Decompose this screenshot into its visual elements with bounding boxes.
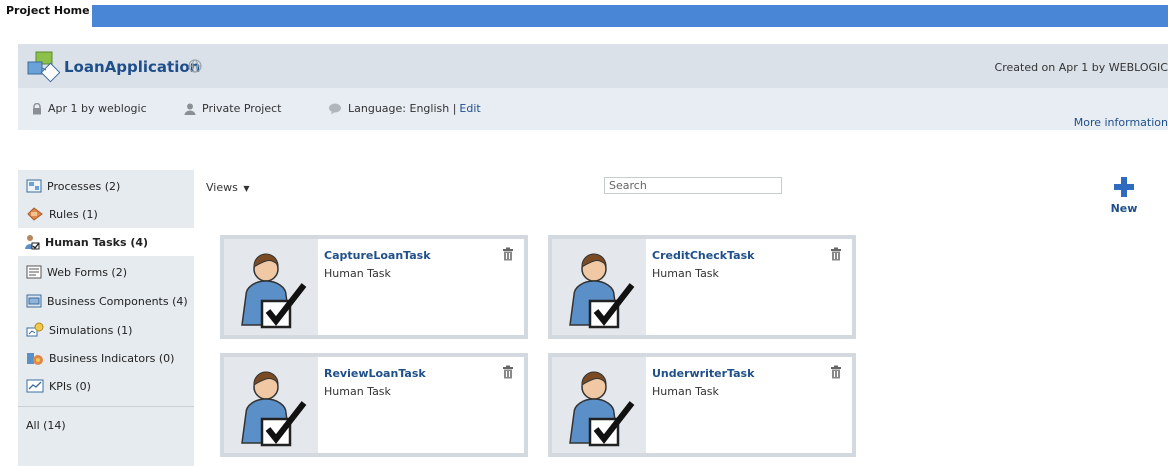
human-task-thumbnail: [552, 357, 646, 453]
task-title[interactable]: UnderwriterTask: [652, 367, 754, 380]
language-text: Language: English |: [348, 102, 457, 115]
human-task-thumbnail: [552, 239, 646, 335]
created-info: Created on Apr 1 by WEBLOGIC: [994, 61, 1168, 74]
processes-icon: [26, 179, 42, 193]
rules-icon: [27, 207, 43, 221]
sidebar-divider: [18, 406, 194, 407]
sidebar-item-rules[interactable]: Rules (1): [18, 200, 194, 228]
sidebar-item-label: Business Indicators (0): [49, 351, 175, 365]
top-bar: Project Home: [0, 0, 1168, 27]
task-title[interactable]: ReviewLoanTask: [324, 367, 426, 380]
sidebar: Processes (2) Rules (1) Human Tasks (4) …: [16, 170, 194, 466]
sidebar-item-processes[interactable]: Processes (2): [18, 172, 194, 200]
visibility-text: Private Project: [202, 102, 282, 115]
human-task-icon: [241, 371, 307, 447]
globe-icon[interactable]: [188, 59, 202, 73]
kpis-icon: [26, 379, 44, 393]
sidebar-item-label: Web Forms (2): [47, 265, 127, 279]
search-input[interactable]: Search: [604, 177, 782, 194]
simulations-icon: [26, 322, 44, 337]
sidebar-item-label: All (14): [26, 418, 66, 432]
task-type: Human Task: [652, 385, 719, 398]
project-header: LoanApplication Created on Apr 1 by WEBL…: [18, 44, 1168, 88]
trash-icon[interactable]: [502, 365, 514, 379]
business-indicators-icon: [27, 353, 43, 365]
sidebar-item-business-indicators[interactable]: Business Indicators (0): [18, 344, 194, 372]
sidebar-item-web-forms[interactable]: Web Forms (2): [18, 258, 194, 286]
task-title[interactable]: CreditCheckTask: [652, 249, 754, 262]
sidebar-item-label: Human Tasks (4): [45, 235, 149, 249]
task-type: Human Task: [652, 267, 719, 280]
edit-link[interactable]: Edit: [459, 102, 480, 115]
sidebar-item-label: Business Components (4): [47, 294, 188, 308]
views-menu[interactable]: Views ▼: [206, 181, 250, 194]
project-info-bar: Apr 1 by weblogic Private Project Langua…: [18, 88, 1168, 130]
modified-text: Apr 1 by weblogic: [48, 102, 147, 115]
trash-icon[interactable]: [502, 247, 514, 261]
project-name[interactable]: LoanApplication: [64, 58, 200, 76]
new-button[interactable]: New: [1104, 176, 1144, 215]
sidebar-item-human-tasks[interactable]: Human Tasks (4): [16, 228, 194, 256]
main-content: Views ▼ Search New CaptureLoanTask Human…: [194, 160, 1168, 466]
task-type: Human Task: [324, 385, 391, 398]
task-card[interactable]: UnderwriterTask Human Task: [548, 353, 856, 457]
tab-project-home[interactable]: Project Home: [0, 0, 96, 22]
task-card[interactable]: CreditCheckTask Human Task: [548, 235, 856, 339]
task-card[interactable]: ReviewLoanTask Human Task: [220, 353, 528, 457]
human-task-icon: [569, 371, 635, 447]
plus-icon: [1114, 177, 1134, 197]
human-task-icon: [241, 253, 307, 329]
human-task-thumbnail: [224, 357, 318, 453]
task-type: Human Task: [324, 267, 391, 280]
task-title[interactable]: CaptureLoanTask: [324, 249, 431, 262]
lock-icon: [33, 102, 41, 114]
modified-info: Apr 1 by weblogic: [32, 102, 147, 115]
sidebar-item-label: Simulations (1): [49, 323, 133, 337]
visibility-info: Private Project: [184, 102, 281, 115]
user-icon: [184, 103, 196, 115]
human-task-thumbnail: [224, 239, 318, 335]
human-tasks-icon: [25, 235, 40, 250]
task-card[interactable]: CaptureLoanTask Human Task: [220, 235, 528, 339]
sidebar-item-label: Rules (1): [49, 207, 98, 221]
trash-icon[interactable]: [830, 365, 842, 379]
chevron-down-icon: ▼: [243, 184, 250, 193]
project-icon: [27, 51, 60, 83]
sidebar-item-business-components[interactable]: Business Components (4): [18, 287, 194, 315]
speech-bubble-icon: [329, 103, 341, 114]
human-task-icon: [569, 253, 635, 329]
sidebar-item-kpis[interactable]: KPIs (0): [18, 372, 194, 400]
new-label: New: [1110, 202, 1138, 215]
more-information-link[interactable]: More information: [1074, 116, 1168, 129]
views-label: Views: [206, 181, 238, 194]
sidebar-item-label: Processes (2): [47, 179, 121, 193]
web-forms-icon: [26, 265, 42, 279]
sidebar-item-all[interactable]: All (14): [18, 411, 194, 439]
sidebar-item-simulations[interactable]: Simulations (1): [18, 316, 194, 344]
business-components-icon: [26, 294, 42, 308]
trash-icon[interactable]: [830, 247, 842, 261]
language-info: Language: English | Edit: [328, 102, 481, 115]
top-bar-band: [92, 5, 1168, 27]
sidebar-item-label: KPIs (0): [49, 379, 91, 393]
